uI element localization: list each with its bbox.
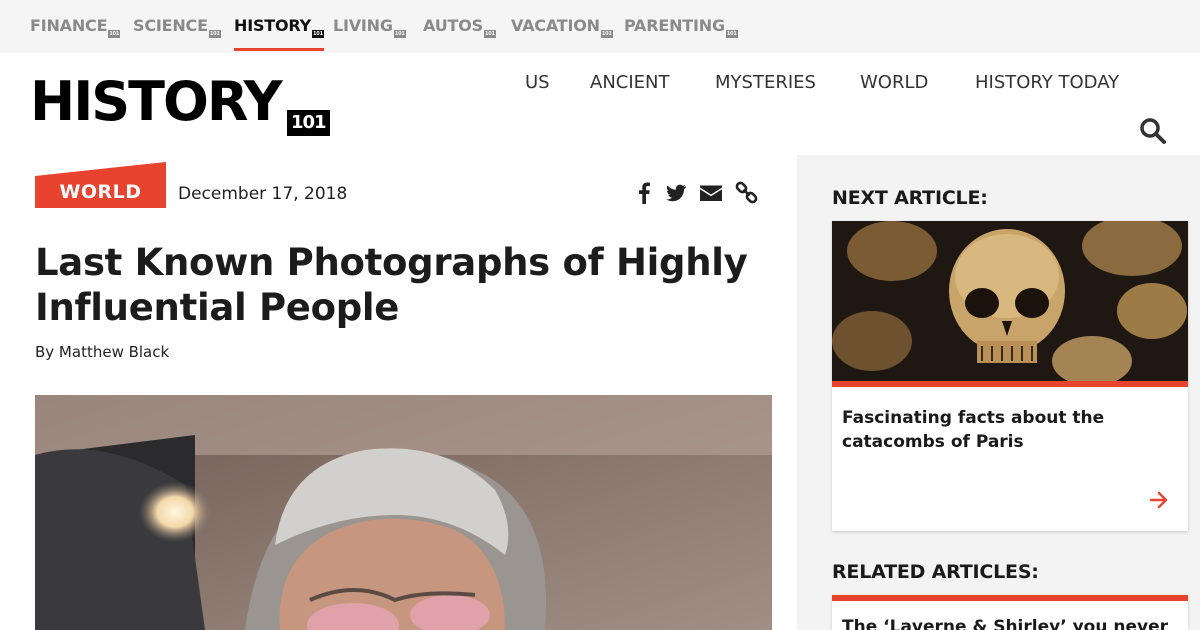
publish-date: December 17, 2018 xyxy=(178,184,348,204)
logo-wordmark: HISTORY xyxy=(30,70,283,133)
network-link-science[interactable]: SCIENCE 101 xyxy=(133,16,221,38)
twitter-icon[interactable] xyxy=(663,180,689,206)
category-label: WORLD xyxy=(59,181,142,203)
logo-badge: 101 xyxy=(287,110,330,136)
nav-item-history-today[interactable]: HISTORY TODAY xyxy=(975,72,1119,93)
site-logo[interactable]: HISTORY 101 xyxy=(30,72,335,142)
network-link-vacation[interactable]: VACATION 101 xyxy=(511,16,613,38)
related-articles-heading: RELATED ARTICLES: xyxy=(832,561,1039,583)
related-article-title[interactable]: The ‘Laverne & Shirley’ you never xyxy=(842,615,1182,630)
article-title-line-1: Last Known Photographs of Highly xyxy=(35,241,748,284)
nav-item-ancient[interactable]: ANCIENT xyxy=(590,72,670,93)
related-article-accent-bar xyxy=(832,595,1188,601)
arrow-right-icon[interactable] xyxy=(1148,489,1170,511)
network-link-autos[interactable]: AUTOS 101 xyxy=(423,16,496,38)
article-byline[interactable]: By Matthew Black xyxy=(35,343,169,361)
network-link-living[interactable]: LIVING 101 xyxy=(333,16,406,38)
next-article-image xyxy=(832,221,1188,381)
nav-item-mysteries[interactable]: MYSTERIES xyxy=(715,72,816,93)
article-title: Last Known Photographs of Highly Influen… xyxy=(35,240,775,330)
search-icon[interactable] xyxy=(1139,117,1167,145)
related-article-card[interactable]: The ‘Laverne & Shirley’ you never xyxy=(832,595,1188,630)
link-icon[interactable] xyxy=(734,180,760,206)
network-link-parenting[interactable]: PARENTING 101 xyxy=(624,16,738,38)
network-link-finance[interactable]: FINANCE 101 xyxy=(30,16,121,38)
email-icon[interactable] xyxy=(698,180,724,206)
hero-image xyxy=(35,395,772,630)
network-bar: FINANCE 101 SCIENCE 101 HISTORY 101 LIVING 1… xyxy=(0,0,1200,53)
network-link-history[interactable]: HISTORY 101 xyxy=(234,16,324,51)
next-article-card[interactable]: Fascinating facts about the catacombs of… xyxy=(832,221,1188,531)
nav-item-us[interactable]: US xyxy=(525,72,550,93)
nav-item-world[interactable]: WORLD xyxy=(860,72,928,93)
category-badge[interactable]: WORLD xyxy=(35,162,166,208)
article-title-line-2: Influential People xyxy=(35,286,400,329)
next-article-accent-bar xyxy=(832,381,1188,387)
next-article-title[interactable]: Fascinating facts about the catacombs of… xyxy=(842,406,1172,454)
next-article-heading: NEXT ARTICLE: xyxy=(832,187,988,209)
facebook-icon[interactable] xyxy=(632,180,658,206)
